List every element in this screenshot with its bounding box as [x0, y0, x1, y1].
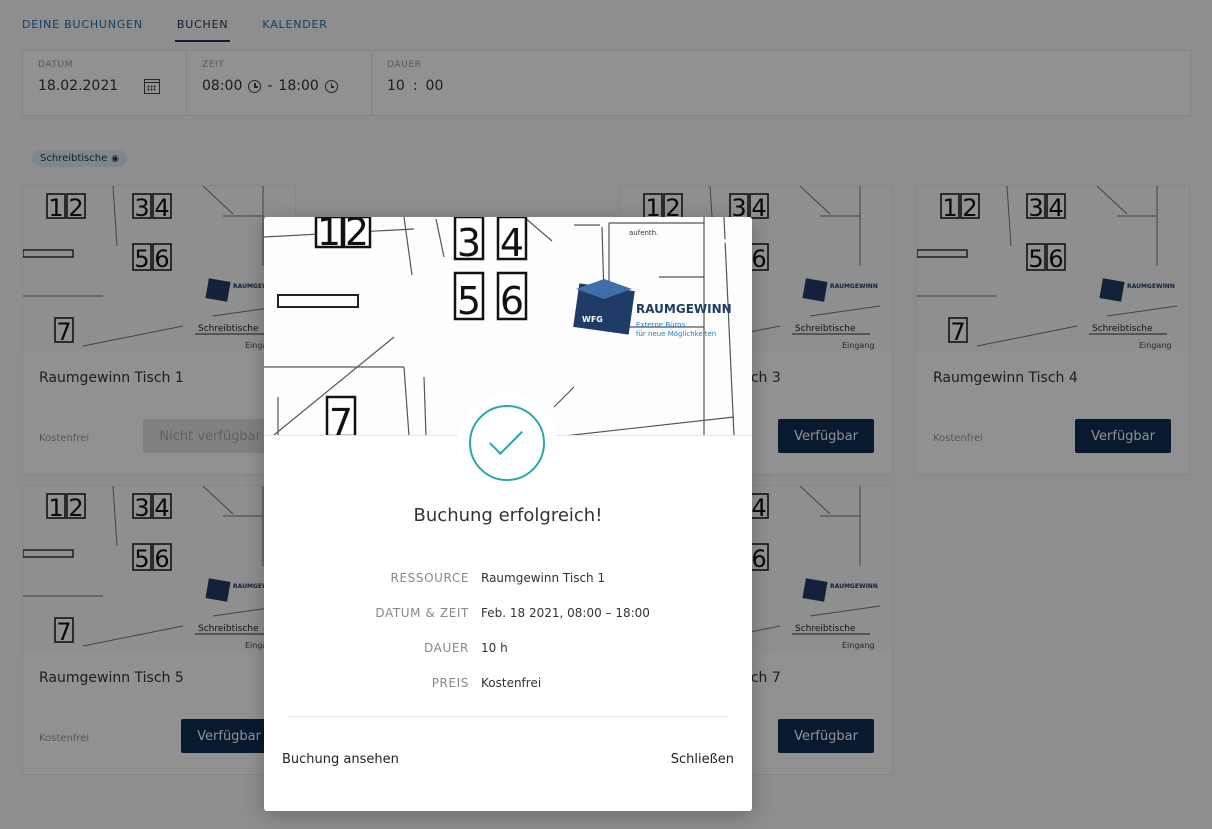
plan-number-6: 6 — [500, 279, 524, 323]
plan-number-7: 7 — [329, 401, 353, 436]
booking-success-modal: 1 2 3 4 5 6 7 aufenth. WFG RAUMGEWINN Ex… — [264, 217, 752, 811]
logo-sub1: Externe Büros — [636, 321, 686, 329]
plan-number-4: 4 — [500, 221, 524, 265]
booking-details: RESSOURCE Raumgewinn Tisch 1 DATUM & ZEI… — [264, 560, 752, 700]
checkmark-icon — [469, 405, 545, 481]
detail-row-resource: RESSOURCE Raumgewinn Tisch 1 — [264, 560, 752, 595]
detail-value: Feb. 18 2021, 08:00 – 18:00 — [481, 605, 650, 620]
plan-number-5: 5 — [457, 279, 481, 323]
detail-row-duration: DAUER 10 h — [264, 630, 752, 665]
detail-value: Raumgewinn Tisch 1 — [481, 570, 606, 585]
logo-sub2: für neue Möglichkeiten — [636, 330, 716, 338]
modal-title: Buchung erfolgreich! — [413, 505, 603, 526]
plan-number-1: 1 — [317, 217, 341, 254]
detail-key: RESSOURCE — [390, 570, 469, 585]
detail-row-price: PREIS Kostenfrei — [264, 665, 752, 700]
logo-name: RAUMGEWINN — [636, 302, 732, 316]
room-note: aufenth. — [629, 229, 658, 237]
modal-divider — [288, 716, 728, 717]
detail-row-datetime: DATUM & ZEIT Feb. 18 2021, 08:00 – 18:00 — [264, 595, 752, 630]
detail-value: Kostenfrei — [481, 675, 542, 690]
view-booking-link[interactable]: Buchung ansehen — [282, 752, 399, 767]
close-button[interactable]: Schließen — [671, 752, 734, 767]
success-check-badge — [457, 393, 557, 493]
detail-key: PREIS — [431, 675, 469, 690]
detail-value: 10 h — [481, 640, 508, 655]
logo-badge: WFG — [582, 315, 603, 324]
detail-key: DATUM & ZEIT — [375, 605, 469, 620]
close-icon[interactable] — [712, 227, 738, 253]
plan-number-2: 2 — [345, 217, 369, 254]
plan-number-3: 3 — [457, 221, 481, 265]
booking-app: DEINE BUCHUNGEN BUCHEN KALENDER DATUM 18… — [0, 0, 1212, 829]
detail-key: DAUER — [424, 640, 469, 655]
